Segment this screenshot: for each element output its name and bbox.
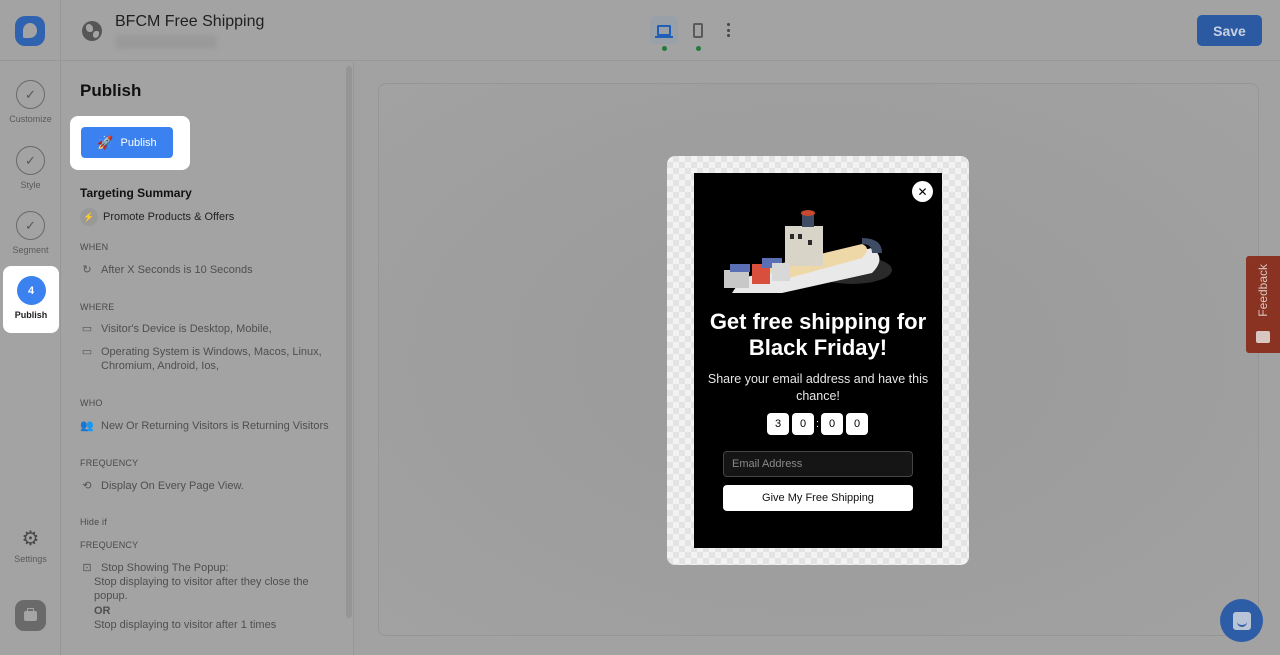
stop-showing-row: ⊡ Stop Showing The Popup: [80,561,350,575]
who-value: New Or Returning Visitors is Returning V… [101,420,329,432]
step-label: Style [20,180,41,190]
logo-cell [0,0,61,61]
frequency-label: FREQUENCY [80,458,139,468]
check-icon: ✓ [16,80,45,109]
top-bar: BFCM Free Shipping Save [0,0,1280,61]
bolt-icon: ⚡ [80,208,98,226]
check-icon: ✓ [16,146,45,175]
more-options-icon[interactable] [720,20,736,40]
step-label: Customize [9,114,52,124]
step-number: 4 [16,276,46,305]
monitor-settings-icon: ▭ [81,346,93,358]
settings-label: Settings [14,554,47,564]
blurred-domain [115,35,217,49]
publish-spotlight: 🚀 Publish [70,116,190,170]
step-customize[interactable]: ✓ Customize [0,80,61,124]
popup-subtext: Share your email address and have this c… [707,372,929,403]
briefcase-button[interactable] [15,600,46,631]
globe-icon [82,21,102,41]
email-field[interactable] [723,451,913,477]
where-os-row: ▭ Operating System is Windows, Macos, Li… [80,345,350,373]
smile-chat-icon [1256,331,1270,343]
or-label: OR [94,605,111,617]
stop-close-text: Stop displaying to visitor after they cl… [94,576,309,602]
give-free-shipping-button[interactable]: Give My Free Shipping [723,485,913,511]
when-value: After X Seconds is 10 Seconds [101,264,253,276]
when-row: ↻ After X Seconds is 10 Seconds [80,263,350,277]
hide-if-label: Hide if [80,517,107,527]
step-publish[interactable]: 4 Publish [3,266,59,333]
timer-digit: 0 [792,413,814,435]
device-switcher [650,16,736,51]
stop-times-text: Stop displaying to visitor after 1 times [94,619,277,631]
when-label: WHEN [80,242,109,252]
hide-frequency-label: FREQUENCY [80,540,139,550]
chat-launcher-button[interactable] [1220,599,1263,642]
where-device-value: Visitor's Device is Desktop, Mobile, [101,323,272,335]
save-button[interactable]: Save [1197,15,1262,46]
publish-button[interactable]: 🚀 Publish [81,127,173,158]
step-label: Segment [12,245,49,255]
check-icon: ✓ [16,211,45,240]
timer-digit: 0 [846,413,869,435]
goal-text: Promote Products & Offers [103,211,235,223]
rocket-icon: 🚀 [97,134,114,150]
cargo-ship-illustration [724,210,892,293]
close-icon[interactable]: ✕ [912,181,933,202]
users-icon: 👥 [80,420,94,432]
popup-preview-frame: ✕ Get free shipping for Black Friday! Sh… [667,156,969,565]
devices-icon: ▭ [81,323,93,335]
app-logo[interactable] [15,15,45,46]
history-icon: ⟲ [82,480,92,492]
feedback-label: Feedback [1256,264,1270,317]
goal-row: ⚡ Promote Products & Offers [80,208,234,226]
steps-rail: ✓ Customize ✓ Style ✓ Segment 4 Publish … [0,61,61,655]
screen-close-icon: ⊡ [82,562,92,574]
timer-separator: : [816,418,820,430]
gear-icon: ⚙ [21,528,40,550]
desktop-view-button[interactable] [650,16,678,51]
mobile-active-dot [696,46,701,51]
frequency-value: Display On Every Page View. [101,480,244,492]
panel-scrollbar[interactable] [346,66,352,618]
chat-icon [1232,611,1251,630]
campaign-title-area: BFCM Free Shipping [82,12,264,49]
frequency-row: ⟲ Display On Every Page View. [80,479,350,493]
where-label: WHERE [80,302,115,312]
stop-title: Stop Showing The Popup: [101,562,229,574]
who-label: WHO [80,398,103,408]
timer-digit: 0 [821,413,844,435]
where-os-value: Operating System is Windows, Macos, Linu… [101,346,322,372]
settings-button[interactable]: ⚙ Settings [0,529,61,564]
step-label: Publish [14,310,48,320]
phone-icon [693,22,703,38]
panel-title: Publish [80,81,142,100]
targeting-summary-title: Targeting Summary [80,186,192,200]
publish-button-label: Publish [120,136,157,149]
popup-headline: Get free shipping for Black Friday! [709,309,927,360]
mobile-view-button[interactable] [684,16,712,51]
desktop-active-dot [662,46,667,51]
who-row: 👥 New Or Returning Visitors is Returning… [80,419,350,433]
feedback-tab[interactable]: Feedback [1246,256,1280,353]
timer-reset-icon: ↻ [82,264,92,276]
step-style[interactable]: ✓ Style [0,146,61,190]
where-device-row: ▭ Visitor's Device is Desktop, Mobile, [80,322,350,336]
campaign-title[interactable]: BFCM Free Shipping [115,12,264,32]
popup[interactable]: ✕ Get free shipping for Black Friday! Sh… [694,173,942,548]
timer-digit: 3 [767,413,789,435]
step-segment[interactable]: ✓ Segment [0,211,61,255]
laptop-icon [655,24,673,38]
briefcase-icon [24,607,37,621]
publish-panel: Publish 🚀 Publish Targeting Summary ⚡ Pr… [62,62,354,655]
countdown-timer: 3 0 : 0 0 [767,413,871,435]
